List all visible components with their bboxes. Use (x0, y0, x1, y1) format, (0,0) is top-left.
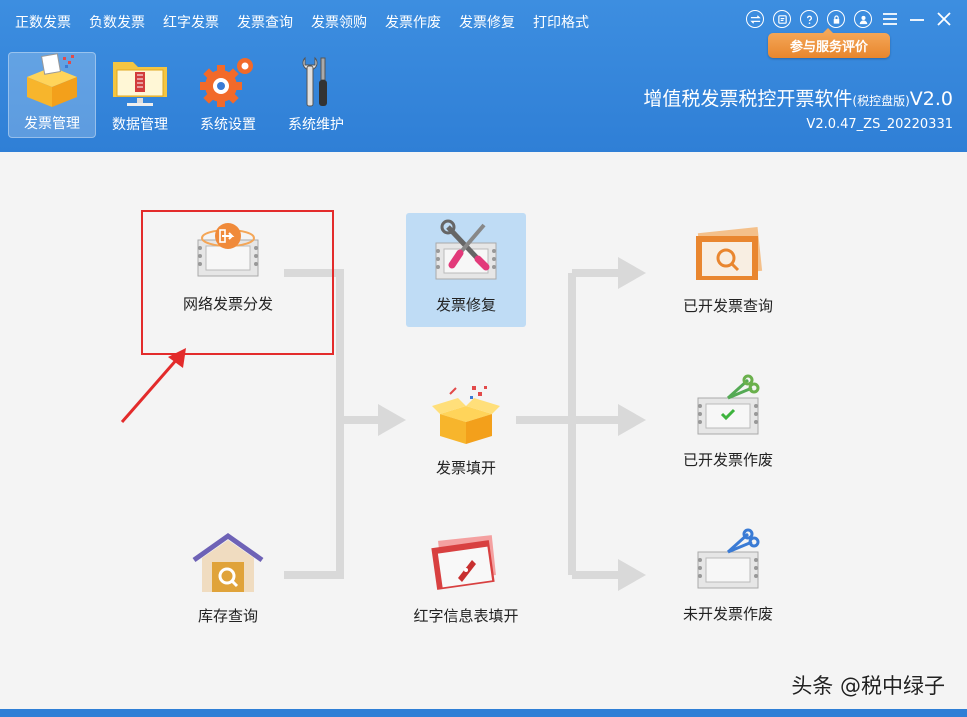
network-share-icon (197, 223, 259, 277)
node-label: 已开发票查询 (682, 297, 773, 315)
tool-system-maintenance[interactable]: 系统维护 (272, 52, 360, 138)
minimize-icon[interactable] (908, 10, 926, 28)
node-label: 发票填开 (435, 459, 496, 477)
node-label: 未开发票作废 (682, 605, 773, 623)
menu-positive-invoice[interactable]: 正数发票 (6, 12, 80, 32)
node-issued-invoice-void[interactable]: 已开发票作废 (668, 374, 788, 470)
watermark: 头条 @税中绿子 (791, 674, 945, 698)
close-icon[interactable] (935, 10, 953, 28)
repair-tools-icon (435, 219, 497, 280)
node-label: 发票修复 (435, 296, 496, 314)
red-document-pen-icon (431, 535, 496, 590)
menu-red-invoice[interactable]: 红字发票 (154, 12, 228, 32)
switch-icon[interactable] (746, 10, 764, 28)
app-title-block: 增值税发票税控开票软件(税控盘版)V2.0 V2.0.47_ZS_2022033… (643, 84, 953, 132)
tool-label: 数据管理 (112, 117, 168, 133)
help-icon[interactable] (800, 10, 818, 28)
tool-label: 发票管理 (24, 116, 80, 132)
tool-data-management[interactable]: 数据管理 (96, 52, 184, 138)
node-invoice-fill[interactable]: 发票填开 (406, 382, 526, 478)
message-icon[interactable] (773, 10, 791, 28)
gears-icon (200, 58, 253, 107)
tools-icon (302, 56, 327, 107)
service-evaluation-button[interactable]: 参与服务评价 (768, 28, 890, 58)
menu-invoice-purchase[interactable]: 发票领购 (302, 12, 376, 32)
app-version: V2.0.47_ZS_20220331 (806, 117, 953, 132)
tool-system-settings[interactable]: 系统设置 (184, 52, 272, 138)
app-title-suffix: (税控盘版) (852, 94, 910, 108)
menu-invoice-query[interactable]: 发票查询 (228, 12, 302, 32)
node-label: 红字信息表填开 (413, 607, 519, 625)
warehouse-search-icon (192, 532, 264, 592)
window-controls (746, 10, 953, 28)
menu-print-format[interactable]: 打印格式 (524, 12, 598, 32)
node-unissued-invoice-void[interactable]: 未开发票作废 (668, 528, 788, 624)
scissors-blank-icon (697, 528, 760, 589)
node-issued-invoice-query[interactable]: 已开发票查询 (668, 220, 788, 316)
node-label: 网络发票分发 (182, 295, 273, 313)
app-title-text: 增值税发票税控开票软件 (643, 88, 853, 110)
menu-invoice-void[interactable]: 发票作废 (376, 12, 450, 32)
node-label: 库存查询 (197, 607, 258, 625)
open-box-icon (432, 386, 500, 444)
node-red-info-form[interactable]: 红字信息表填开 (406, 530, 526, 626)
header-bar: 正数发票 负数发票 红字发票 发票查询 发票领购 发票作废 发票修复 打印格式 (0, 0, 967, 152)
tool-invoice-management[interactable]: 发票管理 (8, 52, 96, 138)
menu-invoice-repair[interactable]: 发票修复 (450, 12, 524, 32)
node-inventory-query[interactable]: 库存查询 (168, 530, 288, 626)
main-toolbar: 发票管理 数据管理 系统设置 系统维护 (8, 52, 360, 138)
node-label: 已开发票作废 (682, 451, 773, 469)
scissors-check-icon (697, 374, 760, 435)
annotation-arrow (120, 357, 180, 423)
node-network-distribution[interactable]: 网络发票分发 (168, 218, 288, 314)
user-icon[interactable] (854, 10, 872, 28)
tool-label: 系统设置 (200, 117, 256, 133)
lock-icon[interactable] (827, 10, 845, 28)
app-title-version: V2.0 (909, 88, 953, 110)
app-title: 增值税发票税控开票软件(税控盘版)V2.0 (643, 84, 953, 111)
tool-label: 系统维护 (288, 117, 344, 133)
document-search-icon (696, 226, 763, 280)
menu-bar: 正数发票 负数发票 红字发票 发票查询 发票领购 发票作废 发票修复 打印格式 (0, 0, 598, 44)
main-workspace: 网络发票分发 发票修复 发票填开 库存查询 红字信息表填开 已开发票查询 已开发… (0, 152, 967, 709)
node-invoice-repair[interactable]: 发票修复 (406, 213, 526, 327)
menu-negative-invoice[interactable]: 负数发票 (80, 12, 154, 32)
menu-icon[interactable] (881, 10, 899, 28)
invoice-box-icon (27, 53, 77, 107)
folder-monitor-icon (113, 62, 167, 106)
status-strip (0, 709, 967, 717)
